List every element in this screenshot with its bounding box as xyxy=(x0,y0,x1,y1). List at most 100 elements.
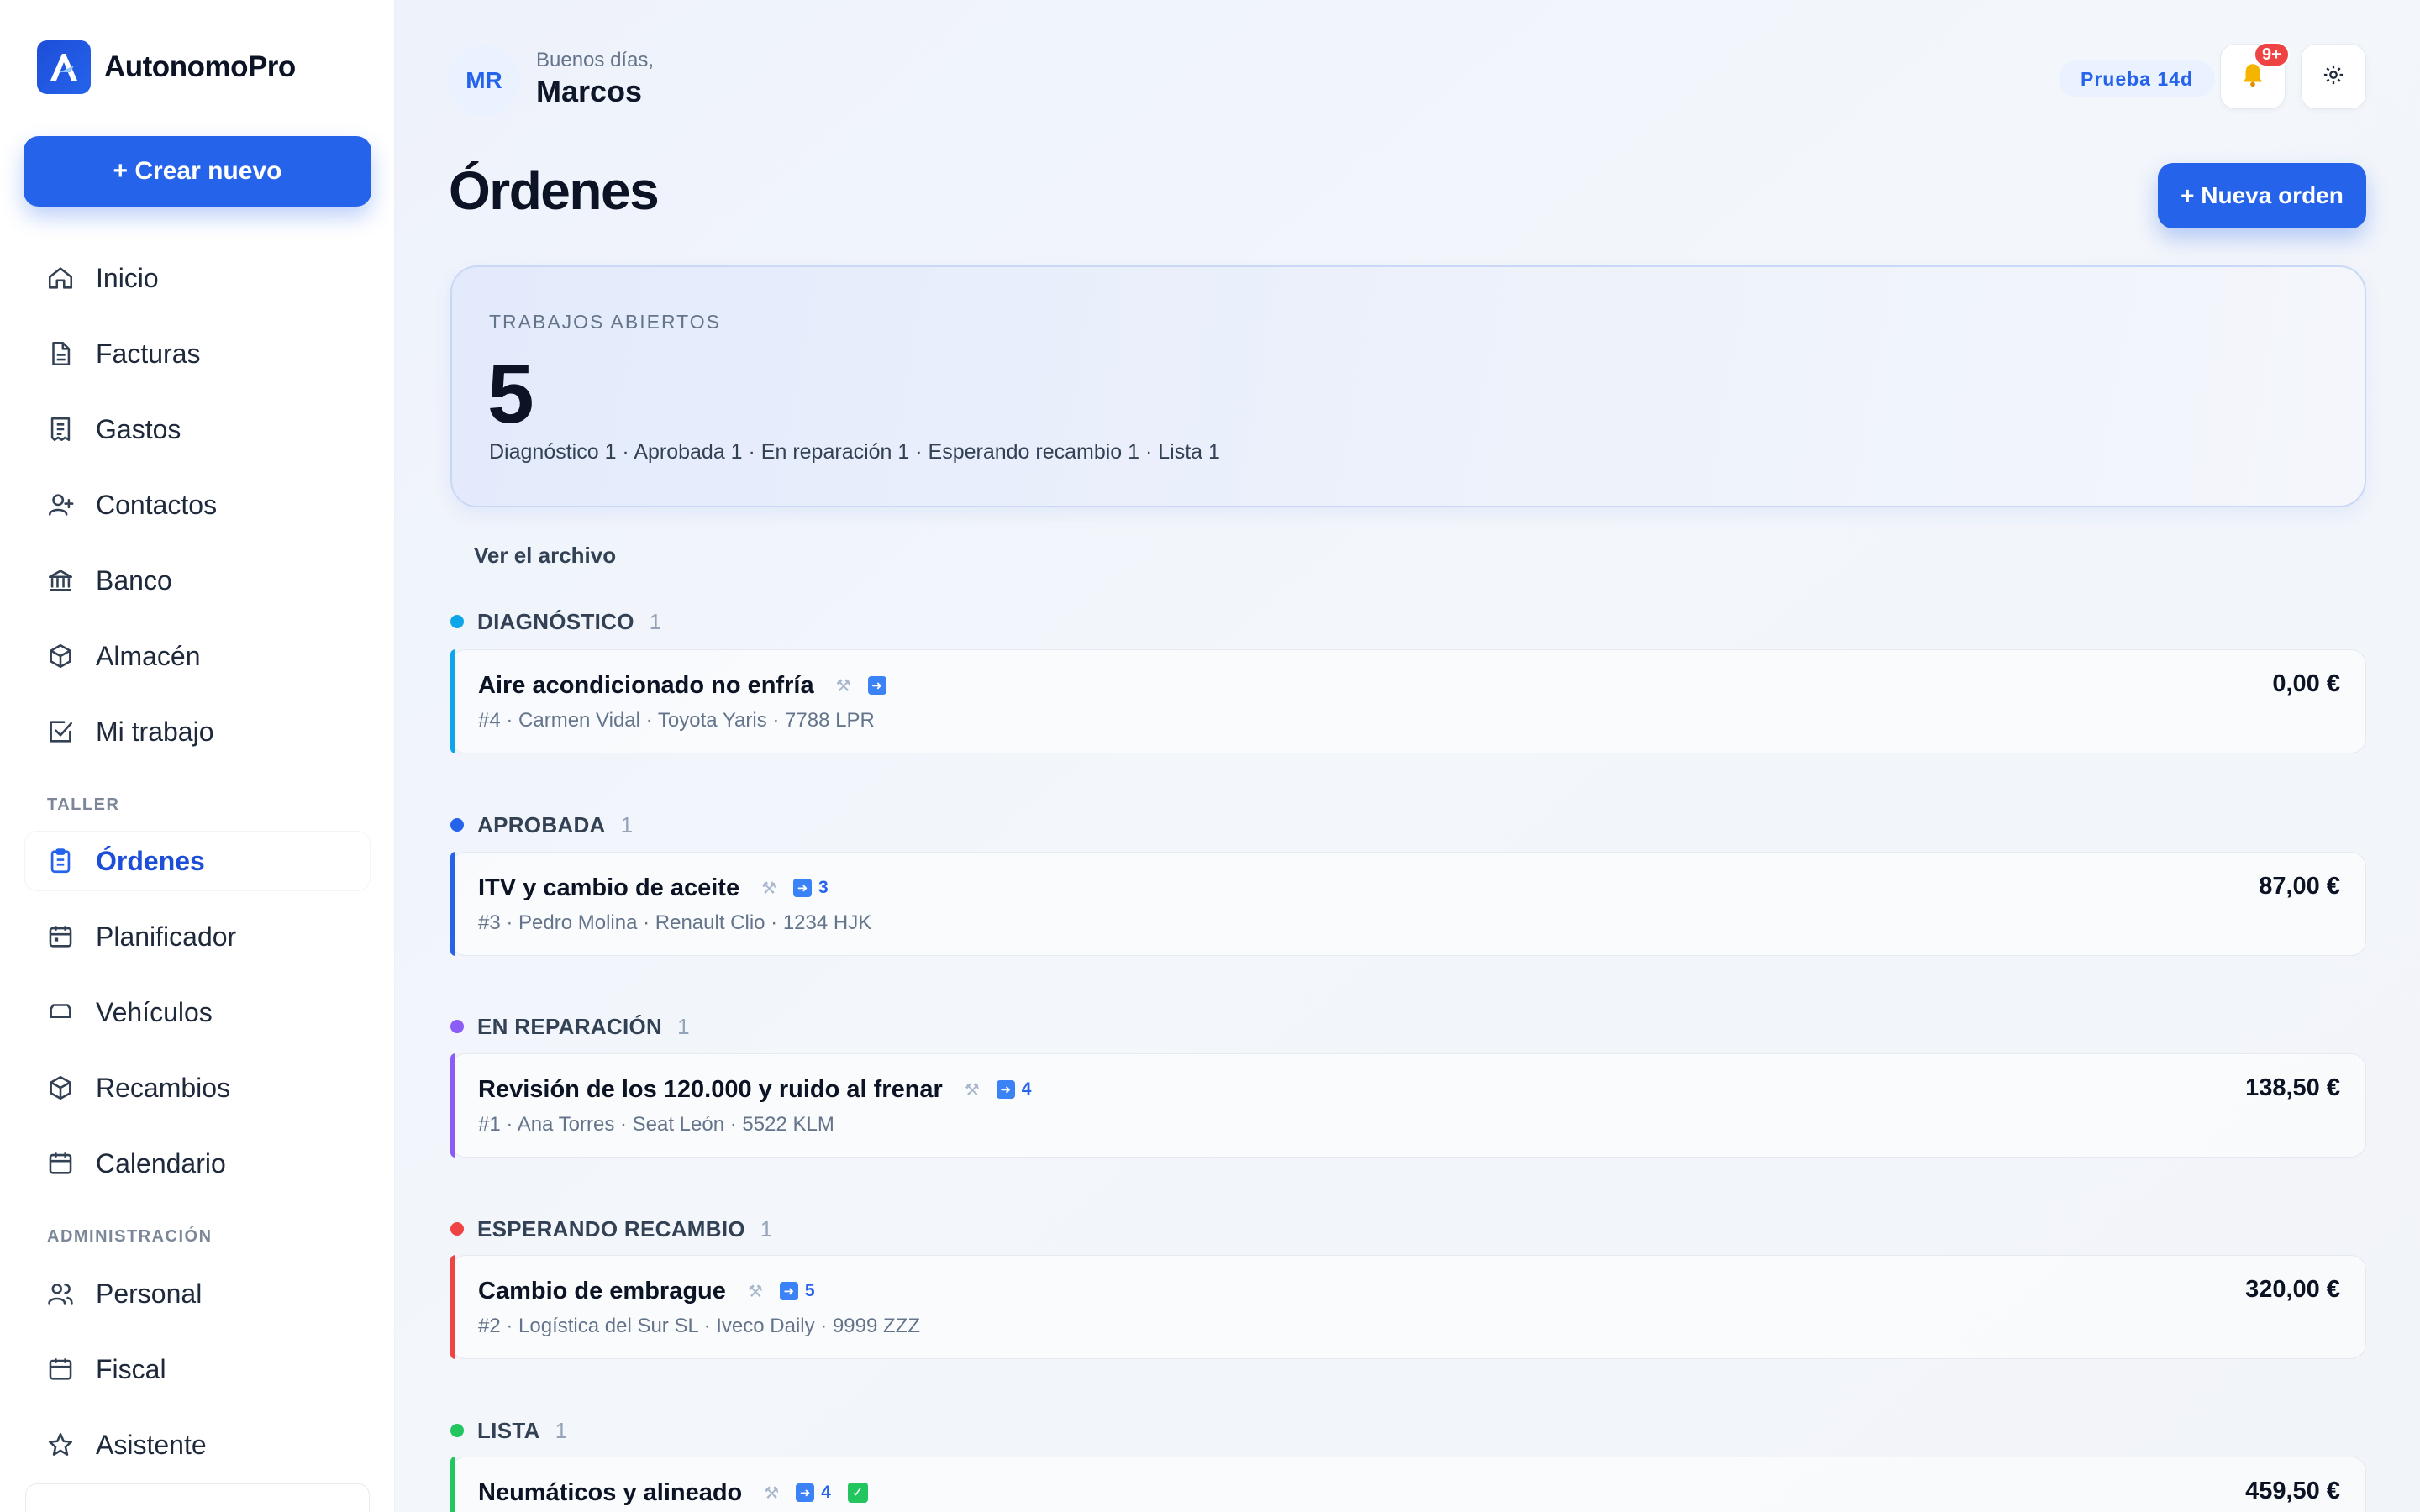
status-accent-bar xyxy=(450,852,455,956)
receipt-icon xyxy=(44,412,77,446)
summary-breakdown: Diagnóstico 1 · Aprobada 1 · En reparaci… xyxy=(489,440,1220,464)
tasks-count: 5 xyxy=(804,1281,815,1300)
order-title: Neumáticos y alineado xyxy=(478,1478,743,1506)
new-order-button[interactable]: + Nueva orden xyxy=(2158,163,2366,228)
sidebar-item-label: Almacén xyxy=(96,640,201,671)
sidebar-item-mi-trabajo[interactable]: Mi trabajo xyxy=(25,702,370,761)
sidebar-item-recambios[interactable]: Recambios xyxy=(25,1058,370,1117)
wrench-icon: ⚒ xyxy=(964,1080,980,1100)
sidebar-item-personal[interactable]: Personal xyxy=(25,1264,370,1323)
sidebar-item-label: Calendario xyxy=(96,1147,226,1179)
status-accent-bar xyxy=(450,1053,455,1158)
sidebar-item-vehiculos[interactable]: Vehículos xyxy=(25,983,370,1042)
group-label: ESPERANDO RECAMBIO xyxy=(477,1215,745,1242)
sidebar-item-facturas[interactable]: Facturas xyxy=(25,324,370,383)
sidebar-item-calendario[interactable]: Calendario xyxy=(25,1134,370,1193)
order-card[interactable]: Aire acondicionado no enfría ⚒ ➜ #4 · Ca… xyxy=(450,649,2366,753)
brand[interactable]: AutonomoPro xyxy=(37,40,296,94)
main-content: MR Buenos días, Marcos Prueba 14d 9+ Órd… xyxy=(395,0,2420,1512)
group-label: APROBADA xyxy=(477,811,606,837)
group-label: DIAGNÓSTICO xyxy=(477,608,634,634)
group-label: EN REPARACIÓN xyxy=(477,1013,663,1039)
archive-link[interactable]: Ver el archivo xyxy=(474,543,616,569)
sidebar: AutonomoPro + Crear nuevo Inicio Factura… xyxy=(0,0,395,1512)
star-icon xyxy=(44,1428,77,1462)
order-meta: #3 · Pedro Molina · Renault Clio · 1234 … xyxy=(478,911,872,934)
tasks-chip: ➜ 4 xyxy=(996,1079,1032,1100)
sidebar-item-almacen[interactable]: Almacén xyxy=(25,627,370,685)
section-label-taller: TALLER xyxy=(47,795,120,814)
sidebar-item-label: Asistente xyxy=(96,1429,207,1460)
gear-icon xyxy=(2322,63,2345,91)
sidebar-item-gastos[interactable]: Gastos xyxy=(25,400,370,459)
brand-name: AutonomoPro xyxy=(104,50,296,83)
user-name: Marcos xyxy=(536,74,643,108)
group-count: 1 xyxy=(555,1417,568,1443)
status-dot xyxy=(450,1222,464,1236)
sidebar-item-fiscal[interactable]: Fiscal xyxy=(25,1340,370,1399)
tasks-chip: ➜ 5 xyxy=(779,1281,815,1301)
order-card[interactable]: Neumáticos y alineado ⚒ ➜ 4 ✓ 459,50 € xyxy=(450,1457,2366,1512)
sidebar-item-label: Facturas xyxy=(96,338,201,369)
status-dot xyxy=(450,615,464,628)
status-accent-bar xyxy=(450,1457,455,1512)
page-title: Órdenes xyxy=(449,160,660,221)
section-label-administracion: ADMINISTRACIÓN xyxy=(47,1227,213,1246)
group-count: 1 xyxy=(760,1215,773,1242)
checkbox-icon xyxy=(44,715,77,748)
order-meta: #1 · Ana Torres · Seat León · 5522 KLM xyxy=(478,1113,834,1136)
trial-badge[interactable]: Prueba 14d xyxy=(2059,60,2215,97)
box-icon xyxy=(44,1071,77,1105)
sidebar-item-ordenes[interactable]: Órdenes xyxy=(25,832,370,890)
arrow-right-icon: ➜ xyxy=(779,1282,798,1300)
tasks-count: 4 xyxy=(1021,1079,1032,1099)
group-header-aprobada: APROBADA 1 xyxy=(450,810,633,840)
calendar-icon xyxy=(44,1352,77,1386)
sidebar-item-label: Mi trabajo xyxy=(96,716,214,747)
group-count: 1 xyxy=(677,1013,690,1039)
sidebar-item-asistente[interactable]: Asistente xyxy=(25,1415,370,1474)
order-title: Revisión de los 120.000 y ruido al frena… xyxy=(478,1075,943,1103)
group-count: 1 xyxy=(649,608,662,634)
sidebar-item-label: Inicio xyxy=(96,262,159,293)
brand-logo-icon xyxy=(37,40,91,94)
order-card[interactable]: ITV y cambio de aceite ⚒ ➜ 3 #3 · Pedro M… xyxy=(450,852,2366,956)
summary-label: TRABAJOS ABIERTOS xyxy=(489,311,722,333)
arrow-right-icon: ➜ xyxy=(867,676,886,695)
document-icon xyxy=(44,337,77,370)
order-price: 87,00 € xyxy=(2259,873,2340,900)
order-card[interactable]: Revisión de los 120.000 y ruido al frena… xyxy=(450,1053,2366,1158)
users-icon xyxy=(44,1277,77,1310)
create-new-button[interactable]: + Crear nuevo xyxy=(24,136,371,207)
group-header-lista: LISTA 1 xyxy=(450,1415,567,1446)
sidebar-item-label: Planificador xyxy=(96,921,237,952)
order-meta: #2 · Logística del Sur SL · Iveco Daily … xyxy=(478,1315,920,1337)
greeting-text: Buenos días, xyxy=(536,49,655,71)
status-dot xyxy=(450,1020,464,1033)
order-price: 459,50 € xyxy=(2245,1478,2340,1504)
sidebar-footer-card[interactable] xyxy=(25,1483,370,1512)
calendar-icon xyxy=(44,1147,77,1180)
box-icon xyxy=(44,639,77,673)
sidebar-item-label: Vehículos xyxy=(96,996,213,1027)
wrench-icon: ⚒ xyxy=(747,1282,763,1301)
summary-count: 5 xyxy=(487,347,534,441)
checkmark-icon: ✓ xyxy=(847,1483,868,1503)
sidebar-item-planificador[interactable]: Planificador xyxy=(25,907,370,966)
sidebar-item-label: Fiscal xyxy=(96,1353,166,1384)
group-count: 1 xyxy=(620,811,634,837)
group-header-en-reparacion: EN REPARACIÓN 1 xyxy=(450,1011,690,1042)
order-title: Cambio de embrague xyxy=(478,1277,726,1305)
order-price: 320,00 € xyxy=(2245,1276,2340,1303)
bank-icon xyxy=(44,564,77,597)
sidebar-item-inicio[interactable]: Inicio xyxy=(25,249,370,307)
sidebar-item-contactos[interactable]: Contactos xyxy=(25,475,370,534)
sidebar-item-banco[interactable]: Banco xyxy=(25,551,370,610)
avatar[interactable]: MR xyxy=(449,45,519,116)
order-card[interactable]: Cambio de embrague ⚒ ➜ 5 #2 · Logística d… xyxy=(450,1255,2366,1359)
open-jobs-summary-card: TRABAJOS ABIERTOS 5 Diagnóstico 1 · Apro… xyxy=(450,265,2366,507)
wrench-icon: ⚒ xyxy=(761,879,777,898)
tasks-chip: ➜ 4 xyxy=(796,1483,831,1503)
sidebar-item-label: Recambios xyxy=(96,1072,231,1103)
settings-button[interactable] xyxy=(2301,44,2366,109)
